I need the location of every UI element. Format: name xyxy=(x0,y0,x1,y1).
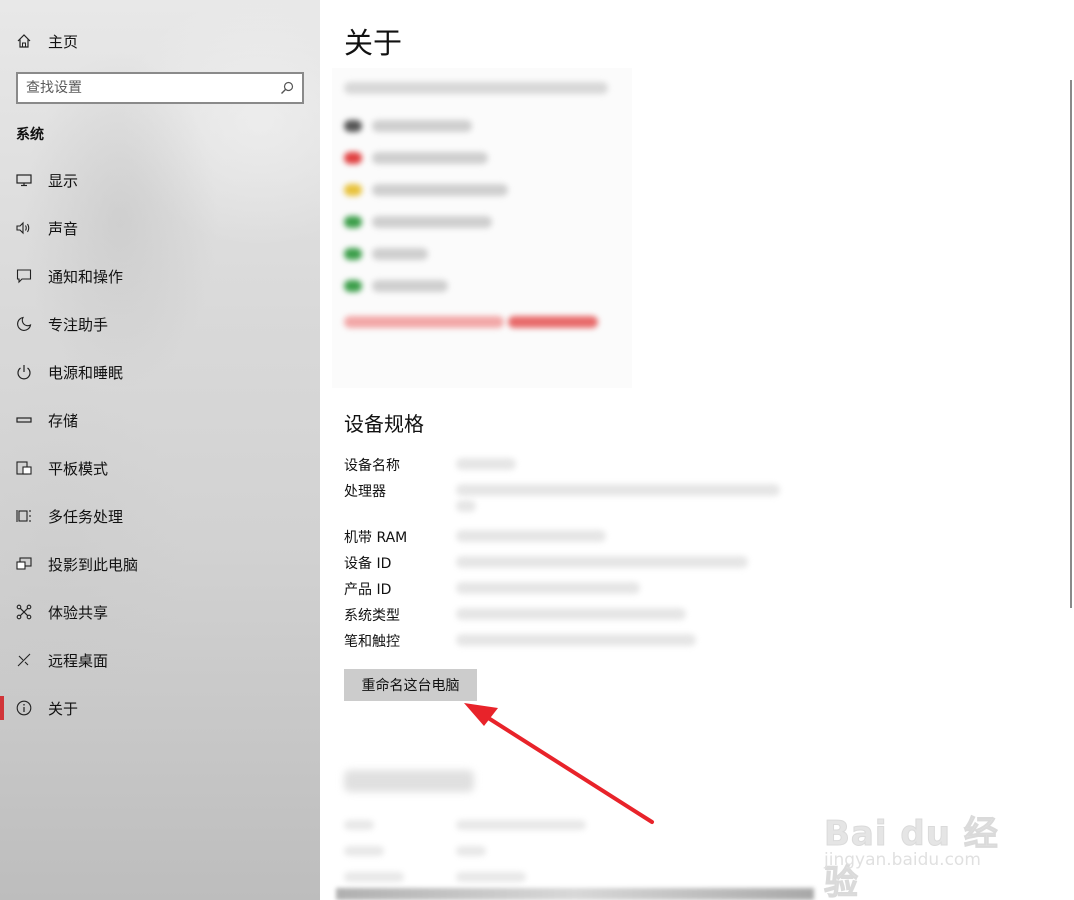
sidebar-item-tablet-mode[interactable]: 平板模式 xyxy=(0,444,320,492)
baidu-watermark: Bai du 经验 jingyan.baidu.com xyxy=(822,788,1022,900)
bottom-blurred-strip xyxy=(336,888,814,900)
sidebar-item-label: 存储 xyxy=(48,411,79,430)
home-label: 主页 xyxy=(48,32,79,51)
home-icon xyxy=(16,33,32,49)
multitask-icon xyxy=(16,508,32,524)
sidebar-item-notifications[interactable]: 通知和操作 xyxy=(0,252,320,300)
search-box[interactable] xyxy=(16,72,304,104)
settings-sidebar: 主页 系统 显示 声音 通知和操作 xyxy=(0,0,320,900)
sidebar-item-label: 体验共享 xyxy=(48,603,109,622)
sidebar-item-label: 显示 xyxy=(48,171,79,190)
spec-label-device-name: 设备名称 xyxy=(344,458,400,474)
spec-label-pen-touch: 笔和触控 xyxy=(344,634,400,650)
device-specs-title: 设备规格 xyxy=(344,412,424,436)
share-icon xyxy=(16,604,32,620)
spec-label-ram: 机带 RAM xyxy=(344,530,408,546)
search-input[interactable] xyxy=(26,80,280,96)
section-title-system: 系统 xyxy=(16,127,44,143)
sidebar-item-label: 投影到此电脑 xyxy=(48,555,139,574)
sidebar-item-about[interactable]: 关于 xyxy=(0,684,320,732)
scrollbar[interactable] xyxy=(1070,80,1072,608)
main-content: 关于 设备规格 设备名称 处理器 机带 RAM 设备 ID 产品 ID 系统类型… xyxy=(320,0,1074,900)
spec-label-processor: 处理器 xyxy=(344,484,386,500)
security-status-blurred xyxy=(332,68,632,388)
sidebar-item-display[interactable]: 显示 xyxy=(0,156,320,204)
sidebar-item-shared-experiences[interactable]: 体验共享 xyxy=(0,588,320,636)
sidebar-item-remote-desktop[interactable]: 远程桌面 xyxy=(0,636,320,684)
sidebar-item-storage[interactable]: 存储 xyxy=(0,396,320,444)
sidebar-item-sound[interactable]: 声音 xyxy=(0,204,320,252)
sidebar-item-label: 声音 xyxy=(48,219,79,238)
sidebar-item-label: 远程桌面 xyxy=(48,651,109,670)
page-title: 关于 xyxy=(344,26,403,60)
info-icon xyxy=(16,700,32,716)
sidebar-item-label: 关于 xyxy=(48,699,79,718)
storage-icon xyxy=(16,412,32,428)
notification-icon xyxy=(16,268,32,284)
sidebar-item-label: 通知和操作 xyxy=(48,267,124,286)
spec-label-device-id: 设备 ID xyxy=(344,556,392,572)
sidebar-item-label: 电源和睡眠 xyxy=(48,363,124,382)
spec-label-product-id: 产品 ID xyxy=(344,582,392,598)
sidebar-item-multitasking[interactable]: 多任务处理 xyxy=(0,492,320,540)
sidebar-item-label: 多任务处理 xyxy=(48,507,124,526)
watermark-sub-text: jingyan.baidu.com xyxy=(824,850,981,870)
remote-icon xyxy=(16,652,32,668)
sidebar-item-label: 平板模式 xyxy=(48,459,109,478)
rename-pc-button[interactable]: 重命名这台电脑 xyxy=(344,669,477,701)
tablet-icon xyxy=(16,460,32,476)
spec-label-system-type: 系统类型 xyxy=(344,608,400,624)
power-icon xyxy=(16,364,32,380)
sidebar-nav: 显示 声音 通知和操作 专注助手 电源和睡眠 存储 平板模式 多任务处理 投影到… xyxy=(0,156,320,732)
home-nav-item[interactable]: 主页 xyxy=(16,30,78,52)
moon-icon xyxy=(16,316,32,332)
project-icon xyxy=(16,556,32,572)
display-icon xyxy=(16,172,32,188)
sidebar-item-label: 专注助手 xyxy=(48,315,109,334)
sidebar-item-project-to-pc[interactable]: 投影到此电脑 xyxy=(0,540,320,588)
sidebar-item-focus-assist[interactable]: 专注助手 xyxy=(0,300,320,348)
search-icon[interactable] xyxy=(280,81,294,95)
speaker-icon xyxy=(16,220,32,236)
sidebar-item-power-sleep[interactable]: 电源和睡眠 xyxy=(0,348,320,396)
windows-specs-title-blurred xyxy=(344,770,474,792)
